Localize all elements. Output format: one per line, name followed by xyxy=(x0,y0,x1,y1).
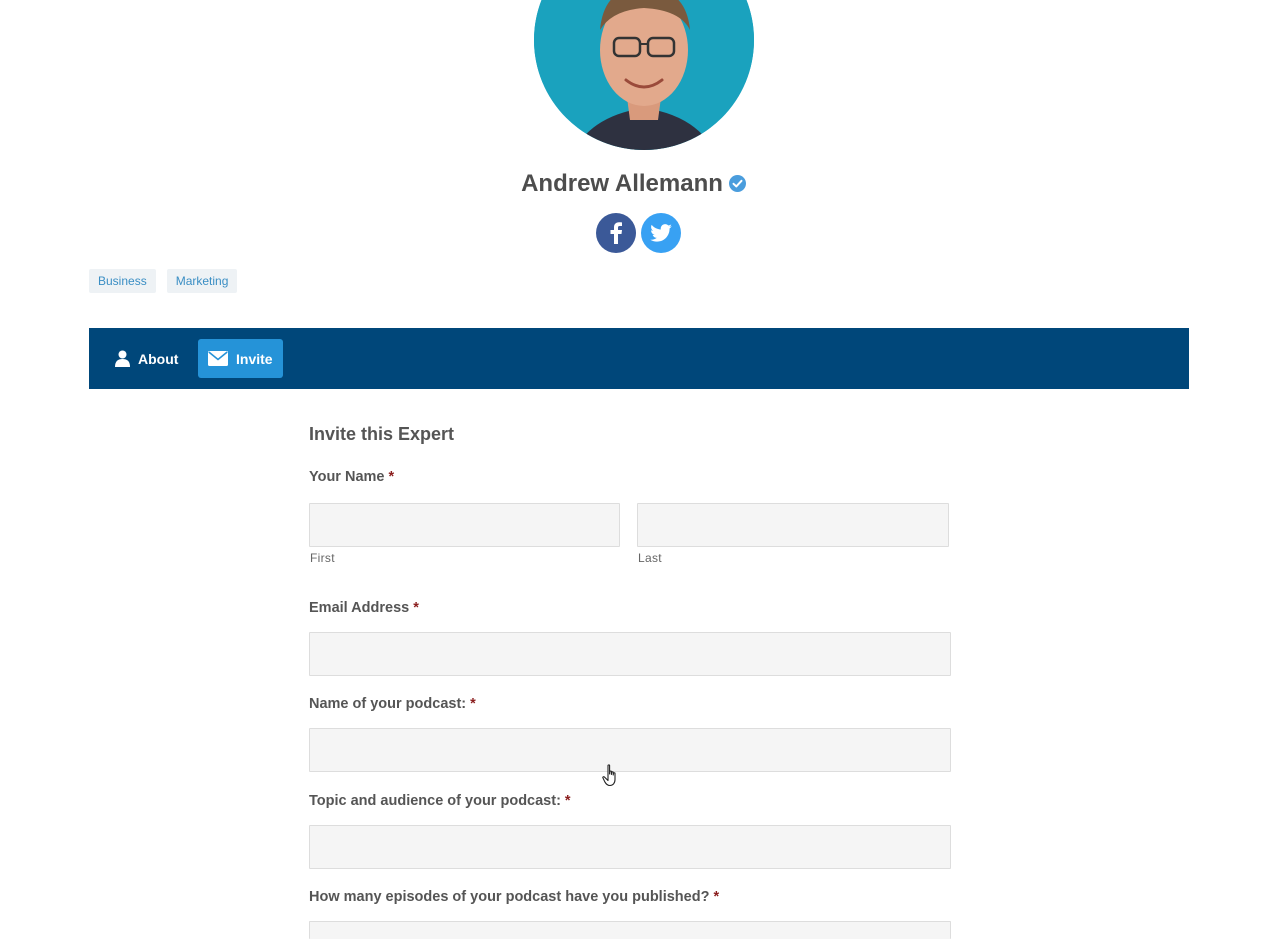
required-marker: * xyxy=(413,600,419,616)
tab-invite[interactable]: Invite xyxy=(198,339,283,378)
facebook-link[interactable] xyxy=(596,213,636,253)
first-name-sublabel: First xyxy=(310,551,335,565)
episodes-label-text: How many episodes of your podcast have y… xyxy=(309,889,710,905)
podcast-name-label-text: Name of your podcast: xyxy=(309,696,467,712)
your-name-label-text: Your Name xyxy=(309,469,385,485)
required-marker: * xyxy=(388,469,395,485)
last-name-sublabel: Last xyxy=(638,551,662,565)
episodes-input[interactable] xyxy=(309,921,951,939)
profile-photo xyxy=(534,0,754,150)
required-marker: * xyxy=(470,696,476,712)
page: Andrew Allemann Business Marketing About xyxy=(0,0,1267,939)
your-name-label: Your Name * xyxy=(309,469,394,485)
profile-name: Andrew Allemann xyxy=(521,170,723,197)
episodes-label: How many episodes of your podcast have y… xyxy=(309,889,719,905)
facebook-icon xyxy=(610,222,622,244)
hand-pointer-cursor-icon xyxy=(602,764,616,787)
required-marker: * xyxy=(564,793,571,809)
twitter-link[interactable] xyxy=(641,213,681,253)
envelope-icon xyxy=(208,351,228,366)
verified-check-icon xyxy=(728,174,746,192)
email-input[interactable] xyxy=(309,632,951,676)
tag-business[interactable]: Business xyxy=(89,269,156,293)
form-title: Invite this Expert xyxy=(309,424,455,444)
tab-invite-label: Invite xyxy=(236,350,273,367)
first-name-input[interactable] xyxy=(309,503,620,547)
profile-name-row: Andrew Allemann xyxy=(0,170,1267,198)
profile-avatar xyxy=(534,0,754,150)
podcast-name-label: Name of your podcast: * xyxy=(309,696,476,712)
social-links xyxy=(596,213,681,253)
last-name-input[interactable] xyxy=(637,503,949,547)
topic-label: Topic and audience of your podcast: * xyxy=(309,793,571,809)
tag-marketing[interactable]: Marketing xyxy=(166,269,238,293)
email-label: Email Address * xyxy=(309,600,419,616)
topic-label-text: Topic and audience of your podcast: xyxy=(309,793,561,809)
topic-input[interactable] xyxy=(309,825,951,869)
expert-tags: Business Marketing xyxy=(89,269,238,293)
required-marker: * xyxy=(713,889,720,905)
twitter-icon xyxy=(650,224,672,242)
profile-tab-bar: About Invite xyxy=(89,328,1189,389)
tab-about[interactable]: About xyxy=(111,339,182,378)
email-label-text: Email Address xyxy=(309,600,410,616)
tab-about-label: About xyxy=(138,350,179,367)
user-icon xyxy=(115,350,130,367)
podcast-name-input[interactable] xyxy=(309,728,951,772)
